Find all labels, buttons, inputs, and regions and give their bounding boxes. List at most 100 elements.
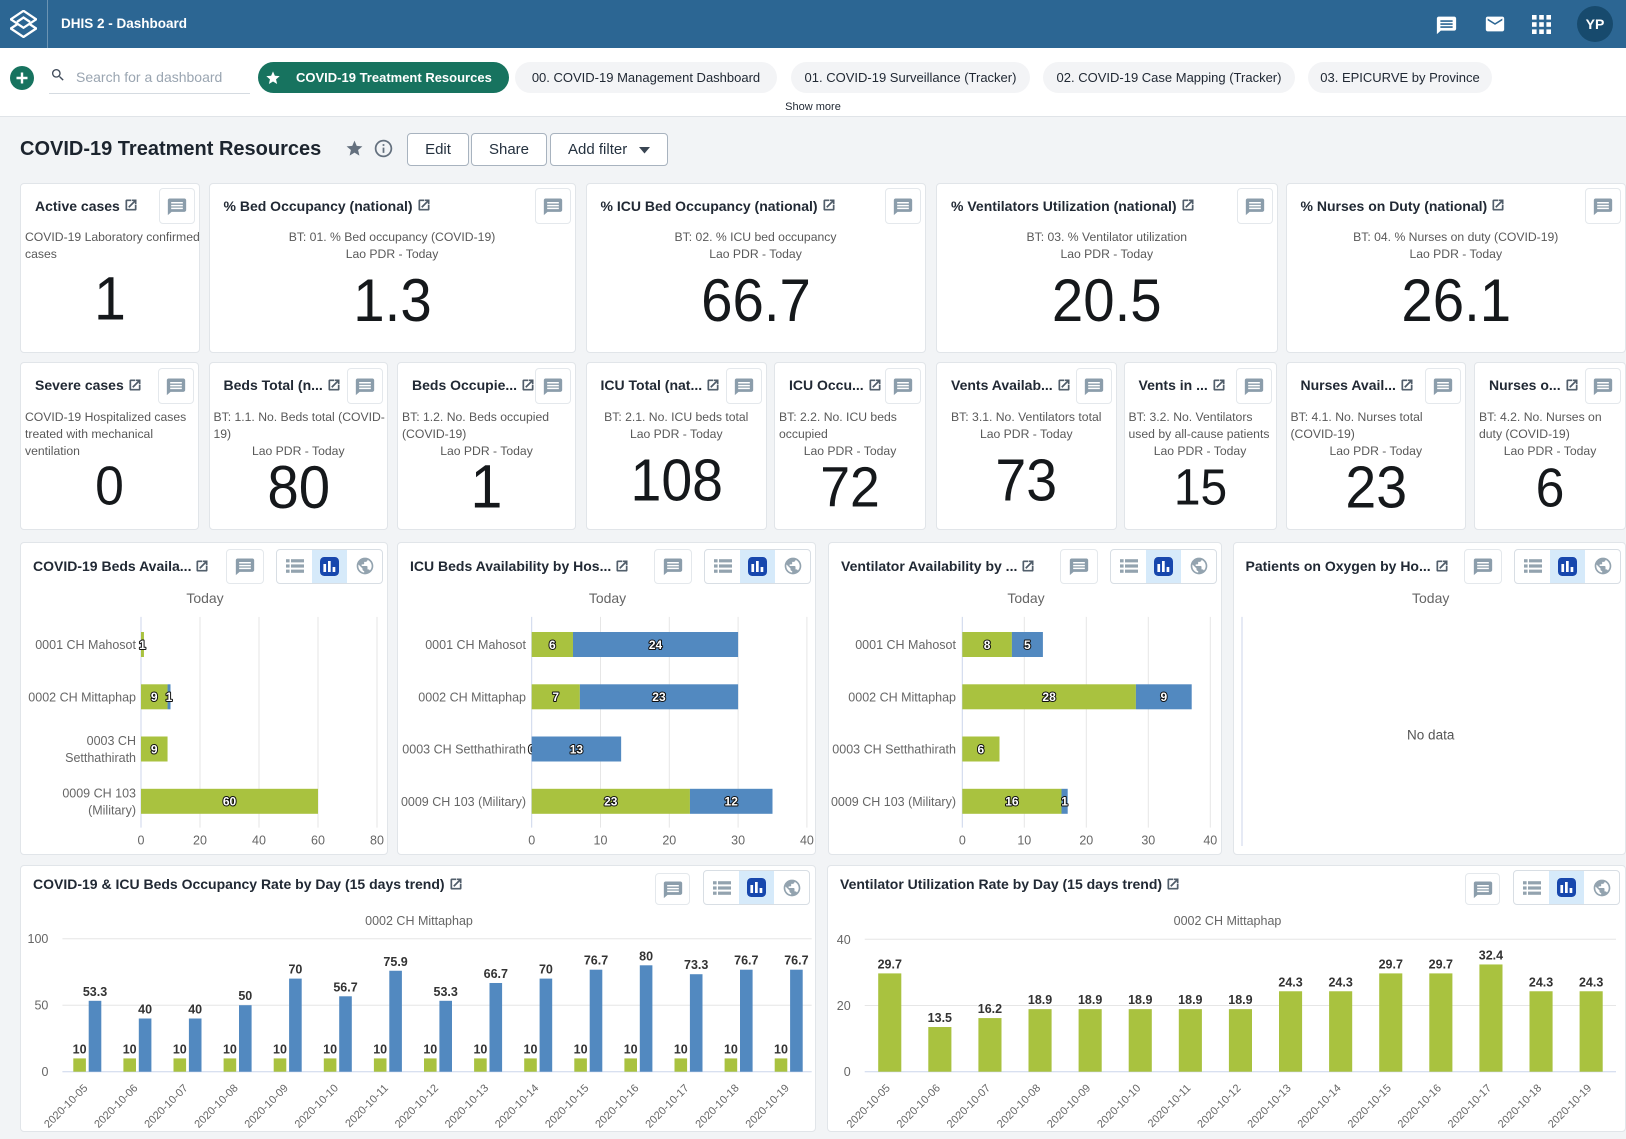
svg-text:0002 CH Mittaphap: 0002 CH Mittaphap xyxy=(365,914,473,928)
svg-text:2020-10-10: 2020-10-10 xyxy=(1095,1082,1143,1130)
svg-text:6: 6 xyxy=(549,638,556,652)
svg-text:20: 20 xyxy=(837,999,851,1013)
svg-text:2020-10-13: 2020-10-13 xyxy=(1245,1082,1293,1130)
svg-text:9: 9 xyxy=(1160,690,1167,704)
svg-text:10: 10 xyxy=(724,1042,738,1056)
svg-text:10: 10 xyxy=(373,1042,387,1056)
svg-text:0003 CH Setthathirath: 0003 CH Setthathirath xyxy=(402,743,526,757)
svg-text:2020-10-11: 2020-10-11 xyxy=(343,1082,391,1130)
svg-text:76.7: 76.7 xyxy=(784,953,808,967)
svg-text:0003 CH: 0003 CH xyxy=(87,734,136,748)
svg-text:9: 9 xyxy=(151,742,158,756)
svg-text:75.9: 75.9 xyxy=(383,954,407,968)
svg-text:12: 12 xyxy=(725,795,739,809)
svg-text:16.2: 16.2 xyxy=(978,1002,1002,1016)
svg-text:28: 28 xyxy=(1042,690,1056,704)
svg-text:0001 CH Mahosot: 0001 CH Mahosot xyxy=(35,638,136,652)
svg-text:40: 40 xyxy=(252,834,266,848)
svg-text:9: 9 xyxy=(151,690,158,704)
svg-text:10: 10 xyxy=(123,1042,137,1056)
svg-text:10: 10 xyxy=(674,1042,688,1056)
svg-text:1: 1 xyxy=(166,690,173,704)
svg-text:2020-10-05: 2020-10-05 xyxy=(845,1082,893,1130)
svg-text:23: 23 xyxy=(652,690,666,704)
svg-text:2020-10-09: 2020-10-09 xyxy=(1045,1082,1093,1130)
svg-text:10: 10 xyxy=(473,1042,487,1056)
svg-text:2020-10-05: 2020-10-05 xyxy=(42,1082,90,1130)
svg-text:0001 CH Mahosot: 0001 CH Mahosot xyxy=(425,638,526,652)
svg-text:0: 0 xyxy=(528,834,535,848)
svg-text:29.7: 29.7 xyxy=(1379,957,1403,971)
svg-text:10: 10 xyxy=(223,1042,237,1056)
svg-text:10: 10 xyxy=(774,1042,788,1056)
svg-text:76.7: 76.7 xyxy=(584,953,608,967)
svg-text:0: 0 xyxy=(41,1065,48,1079)
svg-text:56.7: 56.7 xyxy=(333,980,357,994)
svg-text:13: 13 xyxy=(570,742,584,756)
svg-text:10: 10 xyxy=(173,1042,187,1056)
svg-text:23: 23 xyxy=(604,795,618,809)
svg-text:20: 20 xyxy=(193,834,207,848)
svg-text:Today: Today xyxy=(1007,590,1044,606)
svg-text:0: 0 xyxy=(138,834,145,848)
svg-text:29.7: 29.7 xyxy=(1429,957,1453,971)
svg-text:2020-10-07: 2020-10-07 xyxy=(142,1082,190,1130)
svg-text:2020-10-12: 2020-10-12 xyxy=(393,1082,441,1130)
svg-text:10: 10 xyxy=(73,1042,87,1056)
svg-text:0002 CH Mittaphap: 0002 CH Mittaphap xyxy=(1174,914,1282,928)
svg-text:0002 CH Mittaphap: 0002 CH Mittaphap xyxy=(28,690,136,704)
svg-text:24.3: 24.3 xyxy=(1579,975,1603,989)
svg-text:1: 1 xyxy=(139,638,146,652)
svg-text:30: 30 xyxy=(731,834,745,848)
svg-text:40: 40 xyxy=(138,1002,152,1016)
svg-text:0: 0 xyxy=(959,834,966,848)
svg-text:0002 CH Mittaphap: 0002 CH Mittaphap xyxy=(418,690,526,704)
svg-text:2020-10-15: 2020-10-15 xyxy=(1346,1082,1394,1130)
svg-text:40: 40 xyxy=(837,932,851,946)
svg-text:50: 50 xyxy=(34,998,48,1012)
svg-text:10: 10 xyxy=(1017,834,1031,848)
svg-text:0009 CH 103 (Military): 0009 CH 103 (Military) xyxy=(831,795,956,809)
svg-text:10: 10 xyxy=(524,1042,538,1056)
svg-text:100: 100 xyxy=(28,932,49,946)
svg-text:2020-10-18: 2020-10-18 xyxy=(693,1082,741,1130)
svg-text:Today: Today xyxy=(186,590,223,606)
svg-text:53.3: 53.3 xyxy=(434,984,458,998)
svg-text:6: 6 xyxy=(978,742,985,756)
svg-text:0001 CH Mahosot: 0001 CH Mahosot xyxy=(855,638,956,652)
svg-text:32.4: 32.4 xyxy=(1479,948,1503,962)
svg-text:50: 50 xyxy=(238,989,252,1003)
svg-text:No data: No data xyxy=(1407,728,1455,743)
svg-text:60: 60 xyxy=(311,834,325,848)
svg-text:5: 5 xyxy=(1024,638,1031,652)
svg-text:Today: Today xyxy=(589,590,626,606)
svg-text:2020-10-06: 2020-10-06 xyxy=(92,1082,140,1130)
svg-text:Today: Today xyxy=(1412,590,1449,606)
svg-text:0009 CH 103 (Military): 0009 CH 103 (Military) xyxy=(401,795,526,809)
svg-text:53.3: 53.3 xyxy=(83,984,107,998)
svg-text:8: 8 xyxy=(984,638,991,652)
svg-text:0: 0 xyxy=(844,1065,851,1079)
svg-text:7: 7 xyxy=(552,690,559,704)
svg-text:0003 CH Setthathirath: 0003 CH Setthathirath xyxy=(832,743,956,757)
svg-text:2020-10-16: 2020-10-16 xyxy=(593,1082,641,1130)
svg-text:18.9: 18.9 xyxy=(1078,993,1102,1007)
svg-text:2020-10-11: 2020-10-11 xyxy=(1146,1082,1194,1130)
svg-text:20: 20 xyxy=(662,834,676,848)
svg-text:24: 24 xyxy=(649,638,663,652)
svg-text:70: 70 xyxy=(539,962,553,976)
svg-text:10: 10 xyxy=(423,1042,437,1056)
svg-text:40: 40 xyxy=(800,834,814,848)
svg-text:2020-10-07: 2020-10-07 xyxy=(945,1082,993,1130)
svg-text:24.3: 24.3 xyxy=(1278,975,1302,989)
svg-text:2020-10-08: 2020-10-08 xyxy=(995,1082,1043,1130)
svg-text:29.7: 29.7 xyxy=(878,957,902,971)
svg-text:40: 40 xyxy=(1203,834,1217,848)
svg-text:2020-10-06: 2020-10-06 xyxy=(895,1082,943,1130)
svg-text:70: 70 xyxy=(288,962,302,976)
svg-text:18.9: 18.9 xyxy=(1178,993,1202,1007)
svg-text:2020-10-08: 2020-10-08 xyxy=(192,1082,240,1130)
svg-text:40: 40 xyxy=(188,1002,202,1016)
svg-text:2020-10-16: 2020-10-16 xyxy=(1396,1082,1444,1130)
svg-text:0002 CH Mittaphap: 0002 CH Mittaphap xyxy=(848,690,956,704)
